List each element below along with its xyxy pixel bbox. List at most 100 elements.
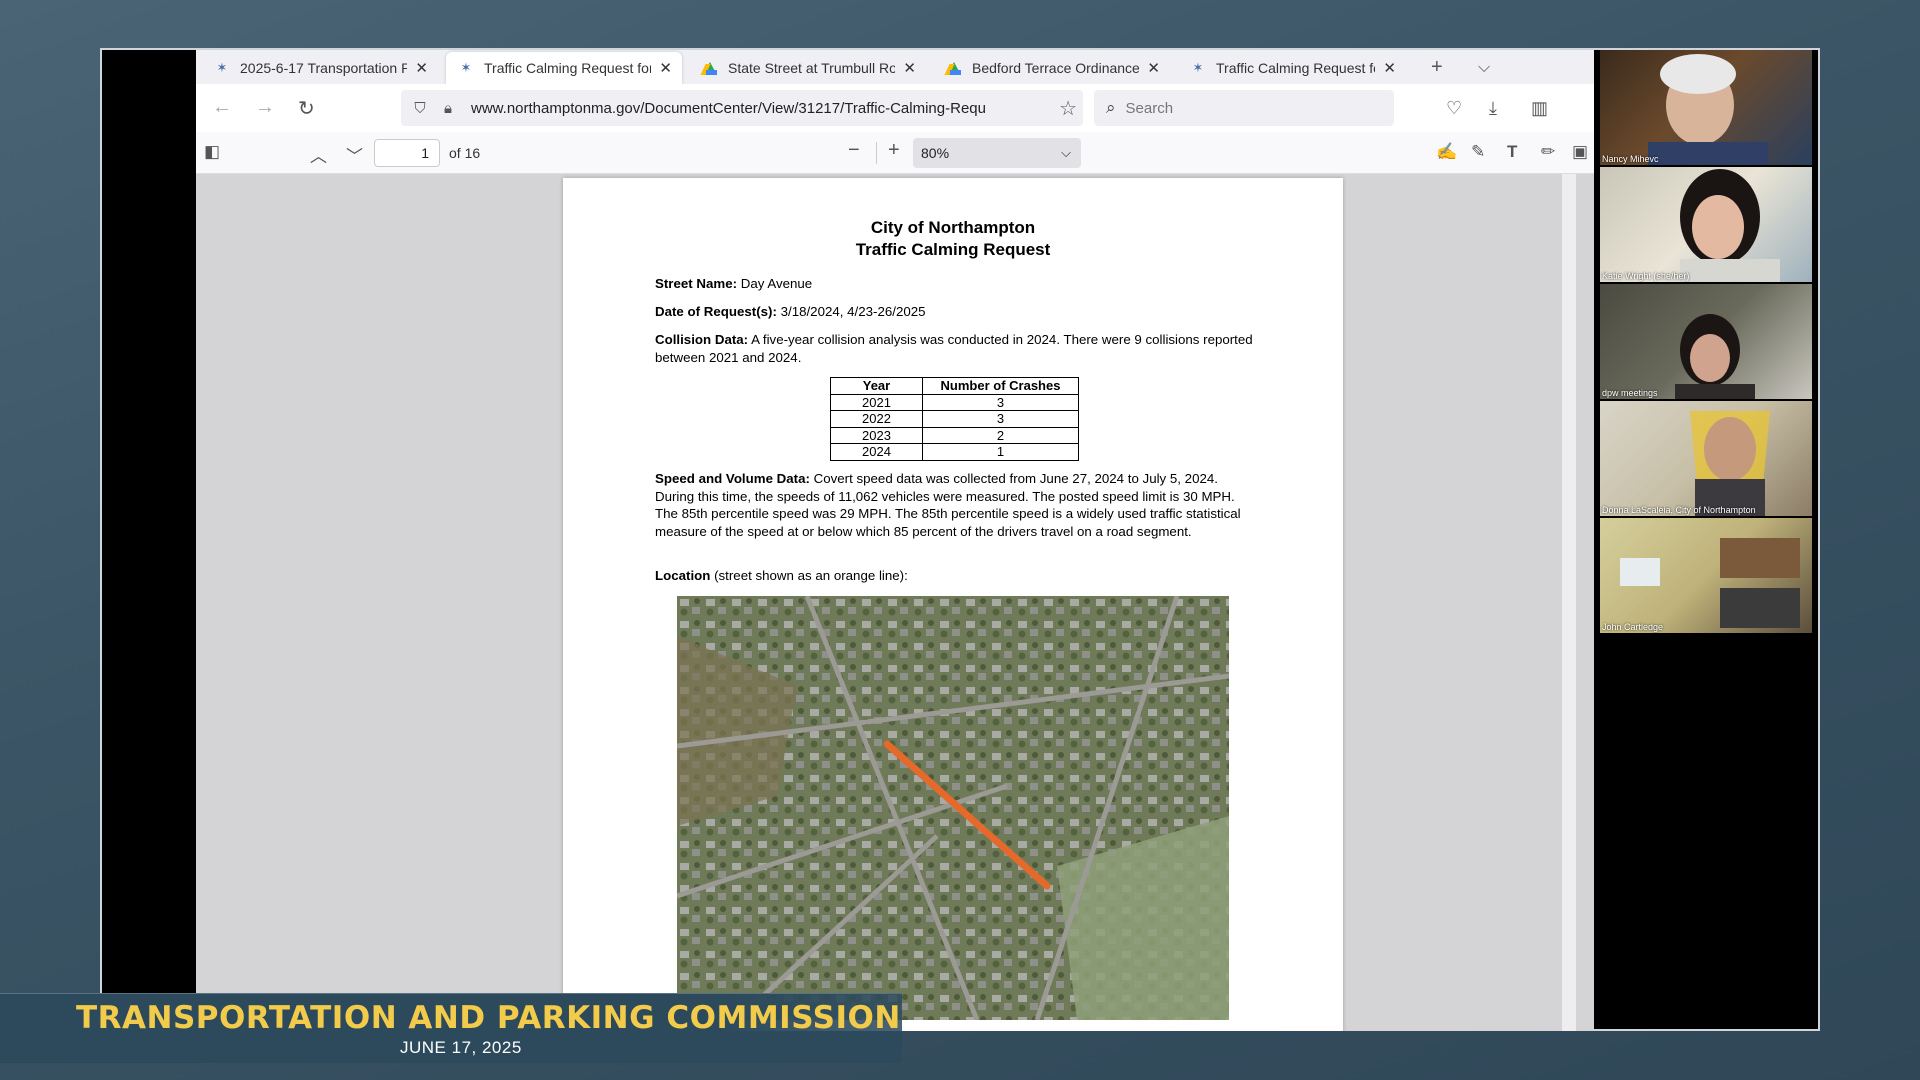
navigation-bar: ← → ↻ ⛉ 🔒︎ www.northamptonma.gov/Documen… [196, 84, 1594, 132]
location-line: Location (street shown as an orange line… [655, 567, 1255, 585]
table-cell: 1 [922, 443, 1079, 461]
tab-label: Traffic Calming Request for [484, 60, 652, 76]
page-number-input[interactable]: 1 [374, 139, 440, 167]
speed-volume-paragraph: Speed and Volume Data: Covert speed data… [655, 470, 1255, 540]
date-line: Date of Request(s): 3/18/2024, 4/23-26/2… [655, 303, 1255, 321]
google-drive-icon [700, 60, 718, 76]
close-icon[interactable]: ✕ [659, 59, 672, 77]
tab-label: 2025-6-17 Transportation P [240, 60, 408, 76]
meeting-date: JUNE 17, 2025 [400, 1038, 522, 1057]
search-box[interactable]: ⌕ [1094, 90, 1394, 126]
participant-tile-dpw: dpw meetings [1600, 284, 1812, 399]
pocket-icon[interactable]: ♡ [1446, 98, 1462, 119]
close-icon[interactable]: ✕ [415, 59, 428, 77]
table-cell: 2021 [830, 393, 923, 411]
shared-screen: ✶ 2025-6-17 Transportation P ✕ ✶ Traffic… [100, 48, 1820, 1031]
table-cell: 2023 [830, 426, 923, 444]
collision-label: Collision Data: [655, 332, 749, 347]
table-header: Year [830, 377, 923, 395]
lock-icon[interactable]: 🔒︎ [439, 100, 457, 117]
tab-transportation-agenda[interactable]: ✶ 2025-6-17 Transportation P ✕ [202, 52, 438, 84]
street-label: Street Name: [655, 276, 738, 291]
meeting-title: TRANSPORTATION AND PARKING COMMISSION [76, 1000, 901, 1036]
participant-video [1690, 411, 1770, 516]
search-input[interactable] [1125, 99, 1366, 117]
sidebar-toggle-icon[interactable]: ▥ [1531, 98, 1548, 119]
participant-tile-john: John Cartledge [1600, 518, 1812, 633]
image-icon[interactable]: ▣ [1572, 142, 1588, 162]
crash-table: Year Number of Crashes 2021 3 2022 3 202… [830, 377, 1079, 461]
table-cell: 2022 [830, 410, 923, 428]
participant-name: dpw meetings [1602, 388, 1658, 398]
close-icon[interactable]: ✕ [1383, 59, 1396, 77]
document-title: City of Northampton [870, 218, 1036, 237]
table-row: 2024 1 [830, 443, 1079, 461]
zoom-out-icon[interactable]: − [848, 139, 860, 162]
search-icon: ⌕ [1106, 98, 1116, 117]
divider [876, 142, 877, 164]
speed-label: Speed and Volume Data: [655, 471, 810, 486]
shield-icon[interactable]: ⛉ [411, 100, 429, 117]
location-label: Location [655, 568, 711, 583]
page-count: of 16 [449, 145, 481, 161]
list-tabs-chevron-icon[interactable]: ⌵ [1478, 59, 1490, 77]
close-icon[interactable]: ✕ [1147, 59, 1160, 77]
pdf-toolbar: ◧ ︿ ﹀ 1 of 16 − + 80% ⌵ ✍ ✎ T ✏ ▣ [196, 132, 1594, 174]
tab-label: Bedford Terrace Ordinance [972, 60, 1140, 76]
participant-video [1680, 169, 1780, 282]
pdf-page: City of Northampton Traffic Calming Requ… [563, 178, 1343, 1031]
table-cell: 3 [922, 393, 1079, 411]
toggle-sidebar-icon[interactable]: ◧ [204, 142, 220, 162]
participant-name: John Cartledge [1602, 622, 1664, 632]
zoom-select[interactable]: 80% ⌵ [913, 138, 1081, 168]
reload-icon[interactable]: ↻ [298, 96, 315, 121]
street-name-line: Street Name: Day Avenue [655, 275, 1255, 293]
table-cell: 2024 [830, 443, 923, 461]
draw-icon[interactable]: ✏ [1541, 142, 1555, 162]
participant-tile-donna: Donna LaScaleia, City of Northampton [1600, 401, 1812, 516]
participant-video [1675, 314, 1755, 399]
zoom-value: 80% [921, 145, 950, 161]
broadcast-lower-third: TRANSPORTATION AND PARKING COMMISSION JU… [0, 993, 902, 1063]
chevron-down-icon: ⌵ [1061, 145, 1071, 160]
participant-video [1620, 538, 1800, 628]
address-bar[interactable]: ⛉ 🔒︎ www.northamptonma.gov/DocumentCente… [401, 90, 1083, 126]
table-row: 2021 3 [830, 393, 1079, 411]
participant-name: Nancy Mihevc [1602, 154, 1659, 164]
signature-icon[interactable]: ✍ [1436, 142, 1457, 162]
tab-traffic-calming-request-2[interactable]: ✶ Traffic Calming Request for ✕ [1178, 52, 1406, 84]
participant-tile-nancy: Nancy Mihevc [1600, 50, 1812, 165]
google-drive-icon [944, 60, 962, 76]
table-row: 2022 3 [830, 410, 1079, 428]
text-tool-icon[interactable]: T [1507, 142, 1517, 162]
forward-arrow-icon[interactable]: → [255, 96, 275, 119]
highlight-icon[interactable]: ✎ [1471, 142, 1485, 162]
tab-label: Traffic Calming Request for [1216, 60, 1376, 76]
table-cell: 2 [922, 426, 1079, 444]
tab-state-street[interactable]: State Street at Trumbull Roa ✕ [690, 52, 926, 84]
table-row: 2023 2 [830, 426, 1079, 444]
close-icon[interactable]: ✕ [903, 59, 916, 77]
street-value: Day Avenue [740, 276, 813, 291]
downloads-icon[interactable]: ⤓ [1489, 98, 1497, 119]
scrollbar[interactable] [1562, 174, 1576, 1031]
previous-page-icon[interactable]: ︿ [310, 142, 327, 167]
participant-name: Katie Wright (she/her) [1602, 271, 1690, 281]
participant-video [1648, 54, 1768, 165]
new-tab-plus-icon[interactable]: + [1431, 56, 1443, 79]
tab-traffic-calming-request-active[interactable]: ✶ Traffic Calming Request for ✕ [446, 52, 682, 84]
northampton-logo-icon: ✶ [460, 60, 472, 75]
participant-name: Donna LaScaleia, City of Northampton [1602, 505, 1756, 515]
url-text[interactable]: www.northamptonma.gov/DocumentCenter/Vie… [471, 100, 1041, 117]
next-page-icon[interactable]: ﹀ [346, 142, 363, 167]
location-text: (street shown as an orange line): [714, 568, 908, 583]
table-cell: 3 [922, 410, 1079, 428]
bookmark-star-icon[interactable]: ☆ [1059, 96, 1077, 121]
zoom-in-icon[interactable]: + [888, 139, 900, 162]
browser-window: ✶ 2025-6-17 Transportation P ✕ ✶ Traffic… [196, 50, 1594, 1031]
tab-label: State Street at Trumbull Roa [728, 60, 896, 76]
tab-bedford-terrace[interactable]: Bedford Terrace Ordinance ✕ [934, 52, 1170, 84]
aerial-map-image [677, 596, 1229, 1020]
northampton-logo-icon: ✶ [1192, 60, 1204, 75]
back-arrow-icon[interactable]: ← [212, 96, 232, 119]
